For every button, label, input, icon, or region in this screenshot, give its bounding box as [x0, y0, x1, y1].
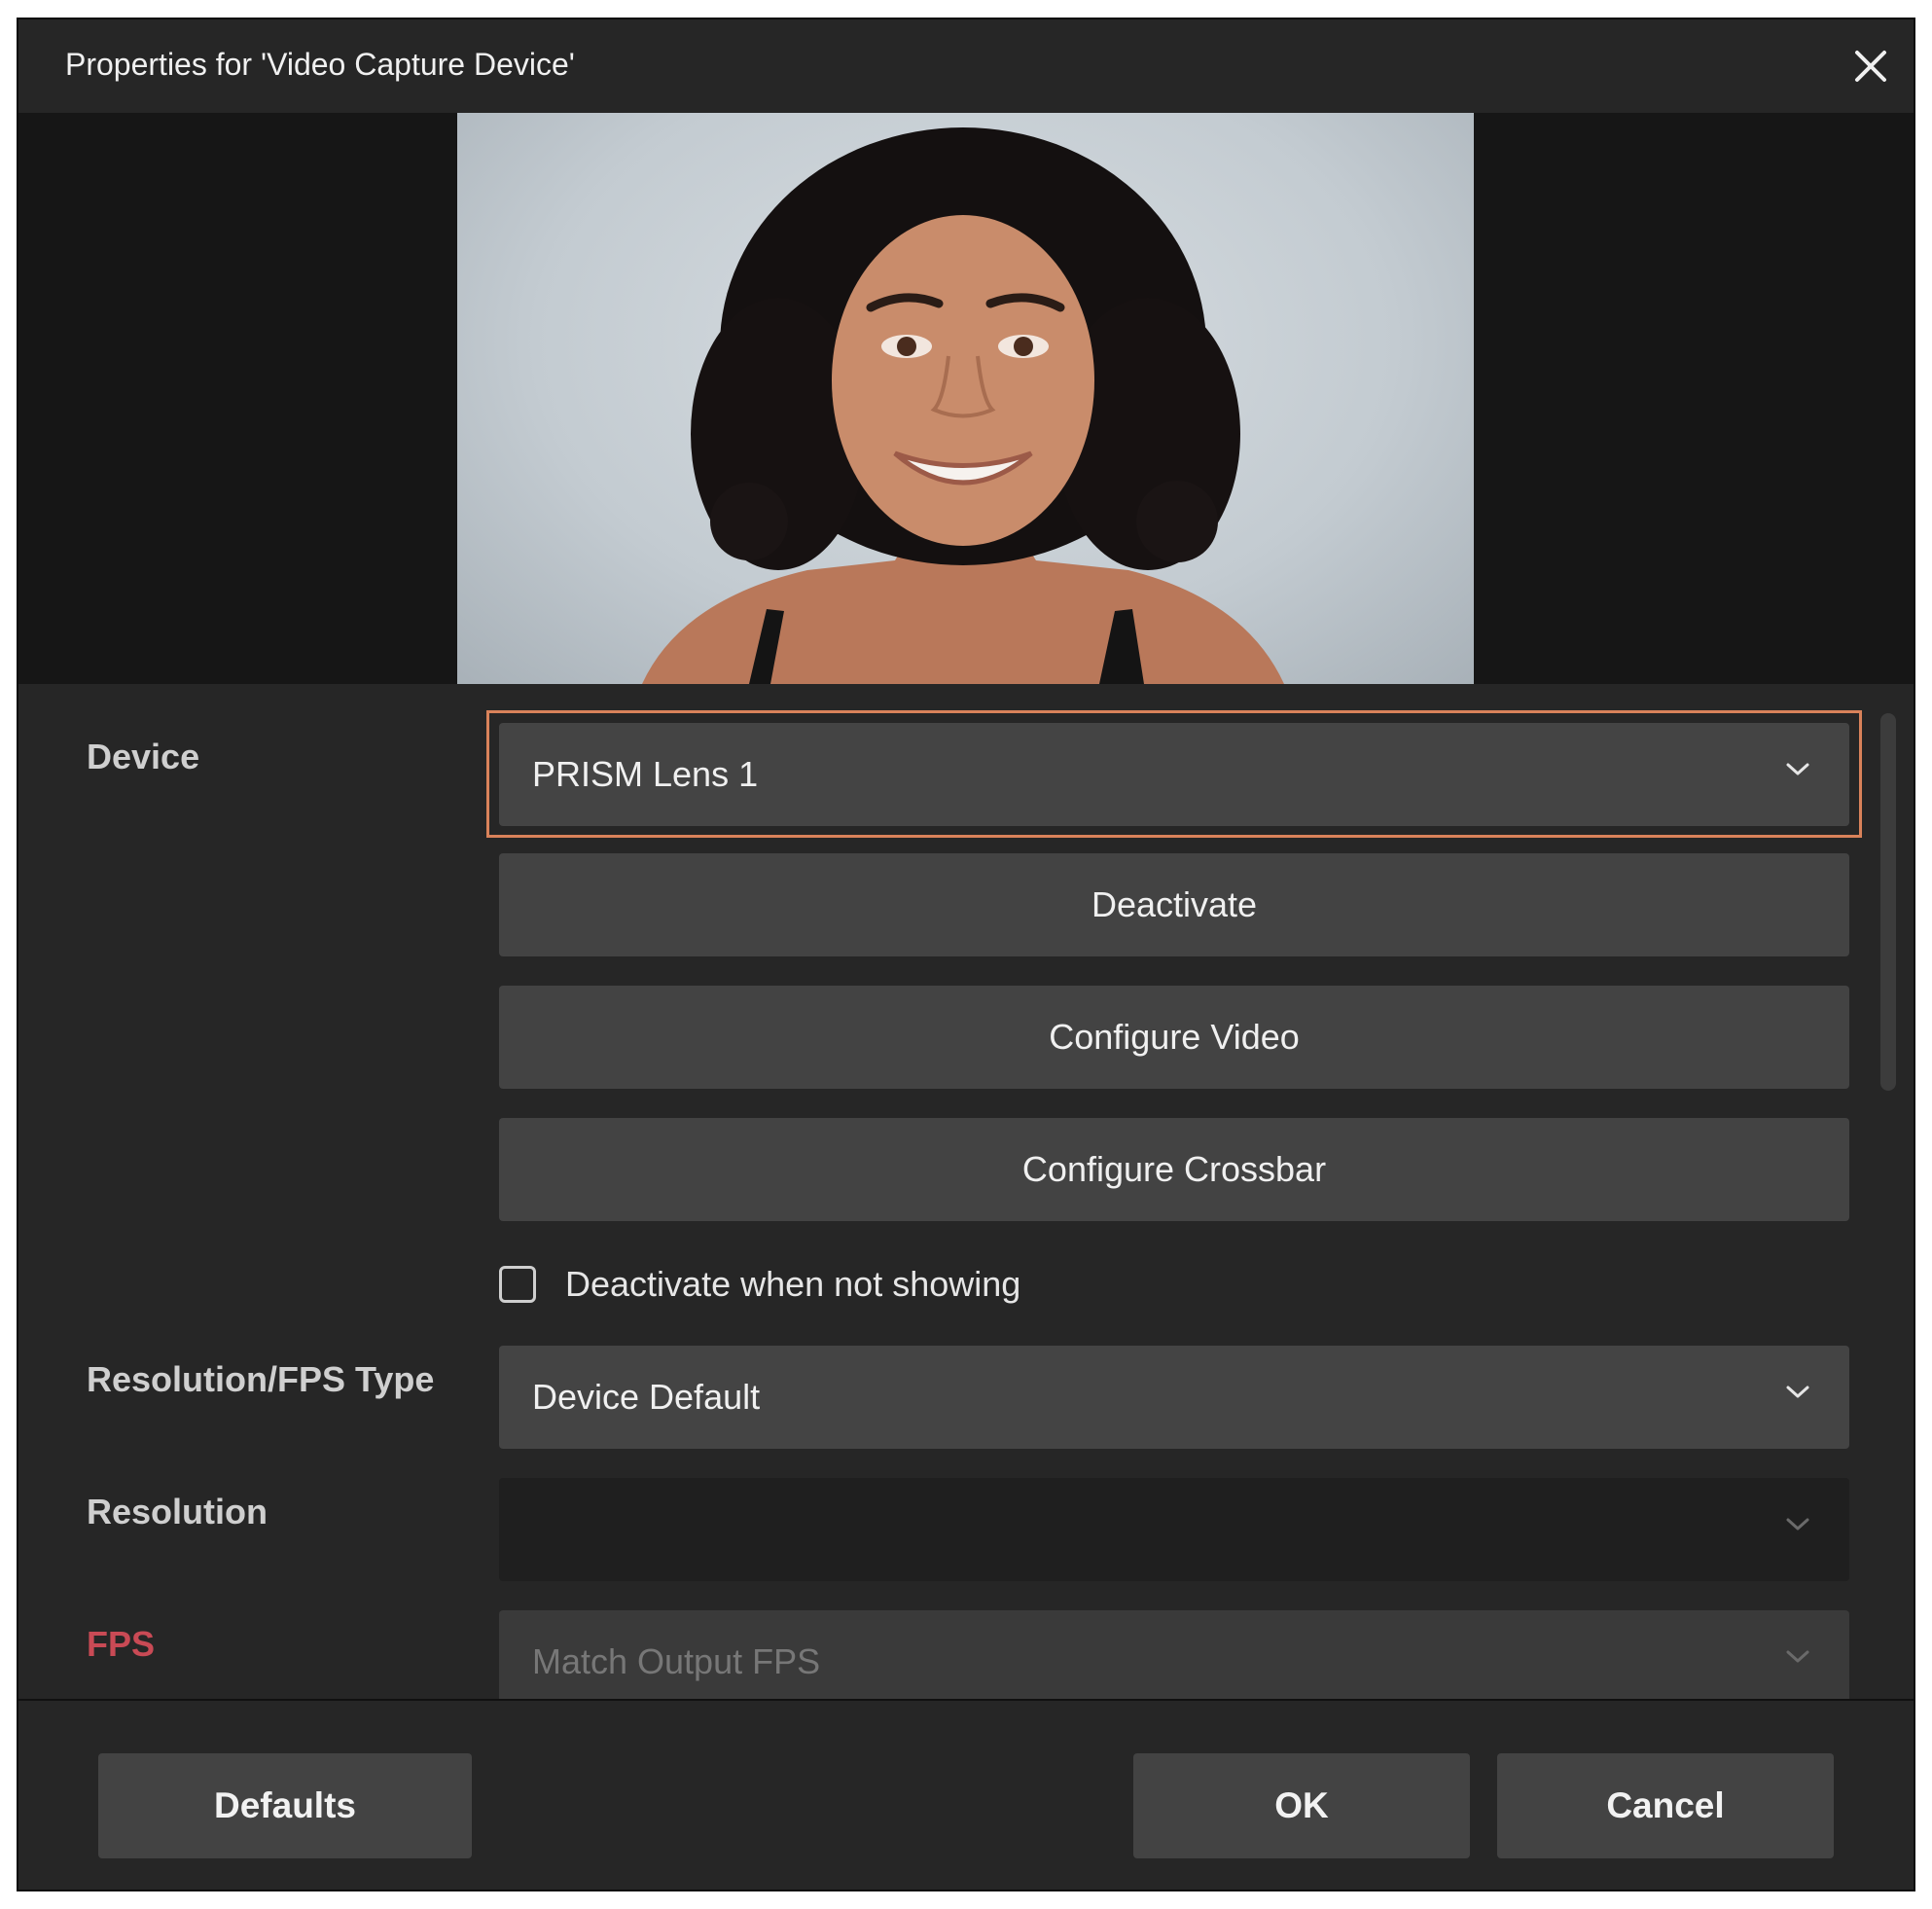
preview-area [18, 113, 1914, 684]
resolution-select[interactable] [499, 1478, 1849, 1581]
ok-button[interactable]: OK [1133, 1753, 1470, 1858]
resolution-label: Resolution [87, 1492, 268, 1531]
close-button[interactable] [1845, 41, 1896, 91]
configure-video-button[interactable]: Configure Video [499, 986, 1849, 1089]
title-bar: Properties for 'Video Capture Device' [18, 19, 1914, 113]
device-label: Device [87, 737, 200, 776]
chevron-down-icon [1786, 763, 1809, 775]
deactivate-when-not-showing-checkbox[interactable] [499, 1266, 536, 1303]
chevron-down-icon [1786, 1386, 1809, 1398]
defaults-button[interactable]: Defaults [98, 1753, 472, 1858]
chevron-down-icon [1786, 1518, 1809, 1531]
deactivate-button[interactable]: Deactivate [499, 853, 1849, 956]
properties-dialog: Properties for 'Video Capture Device' De… [17, 18, 1915, 1891]
configure-crossbar-button[interactable]: Configure Crossbar [499, 1118, 1849, 1221]
cancel-button[interactable]: Cancel [1497, 1753, 1834, 1858]
person-photo [642, 127, 1284, 684]
resolution-fps-type-value: Device Default [532, 1377, 761, 1417]
fps-select[interactable]: Match Output FPS [499, 1610, 1849, 1699]
dialog-footer: Defaults OK Cancel [18, 1701, 1914, 1890]
fps-label: FPS [87, 1624, 156, 1664]
window-title: Properties for 'Video Capture Device' [65, 47, 575, 82]
device-select-value: PRISM Lens 1 [532, 754, 759, 794]
resolution-fps-type-select[interactable]: Device Default [499, 1346, 1849, 1449]
resolution-fps-type-label: Resolution/FPS Type [87, 1359, 435, 1399]
deactivate-when-not-showing-row[interactable]: Deactivate when not showing [499, 1261, 1020, 1308]
deactivate-when-not-showing-label: Deactivate when not showing [565, 1264, 1021, 1304]
chevron-down-icon [1786, 1650, 1809, 1663]
fps-value: Match Output FPS [532, 1641, 821, 1681]
webcam-preview [457, 113, 1474, 684]
device-select[interactable]: PRISM Lens 1 [499, 723, 1849, 826]
close-icon [1855, 51, 1886, 82]
properties-form: Device PRISM Lens 1 Deactivate Configure… [18, 684, 1914, 1699]
form-scrollbar[interactable] [1880, 713, 1896, 1091]
